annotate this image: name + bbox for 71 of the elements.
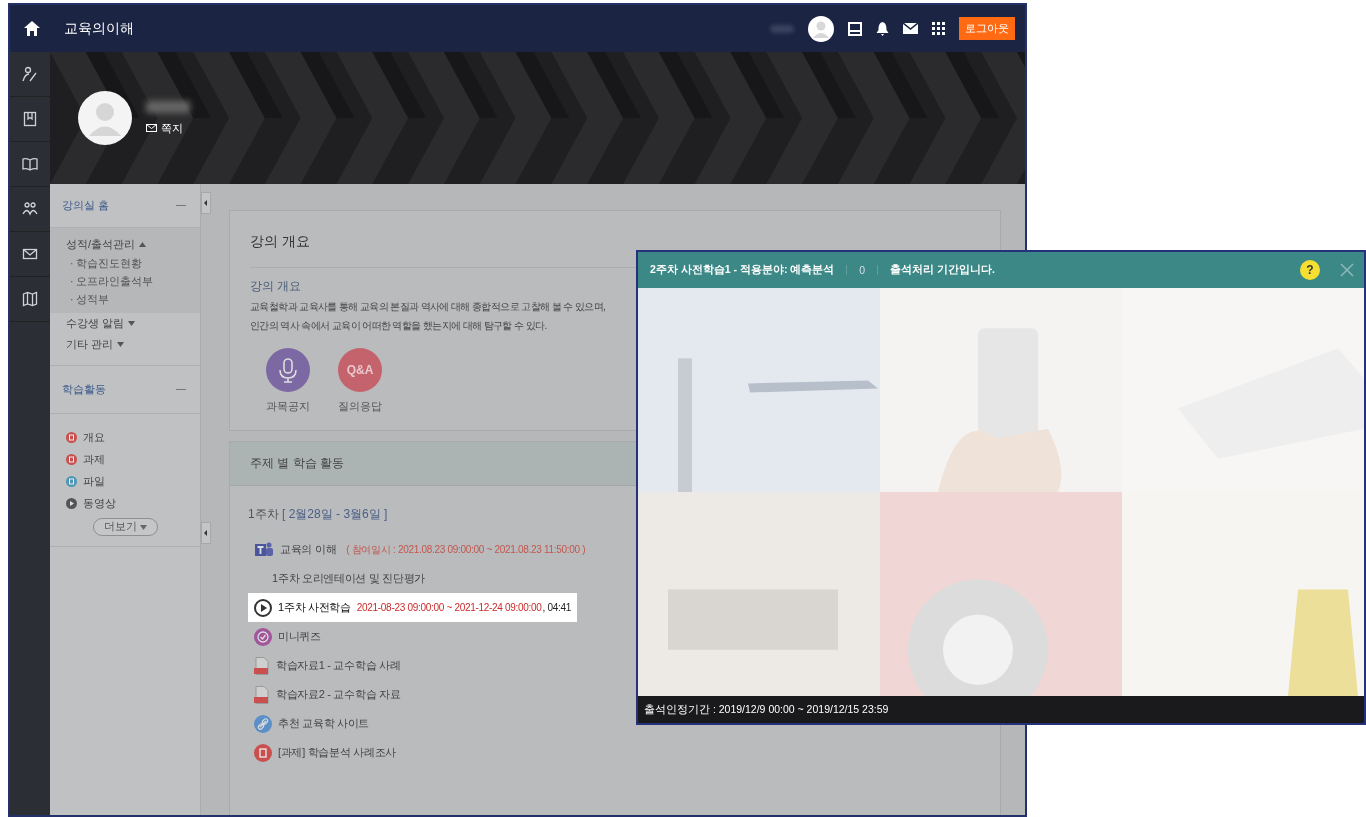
- teams-icon: [254, 540, 274, 559]
- caret-icon: [139, 524, 147, 530]
- logout-button[interactable]: 로그아웃: [959, 17, 1015, 40]
- activity-title[interactable]: 1주차 사전학습: [278, 600, 351, 615]
- section-title[interactable]: 학습활동: [62, 382, 106, 397]
- activity-link[interactable]: 개요: [83, 430, 105, 445]
- submenu-item[interactable]: · 학습진도현황: [66, 255, 200, 273]
- activity-title[interactable]: 추천 교육학 사이트: [278, 716, 370, 731]
- people-icon[interactable]: [22, 201, 38, 217]
- activity-title[interactable]: 학습자료2 - 교수학습 자료: [276, 687, 401, 702]
- activity-title[interactable]: 1주차 오리엔테이션 및 진단평가: [272, 571, 426, 586]
- video-icon: [66, 498, 77, 509]
- activity-title[interactable]: [과제] 학습분석 사례조사: [278, 745, 397, 760]
- play-icon: [254, 598, 272, 617]
- submenu-item[interactable]: · 성적부: [66, 291, 200, 309]
- apps-grid-icon[interactable]: [932, 22, 945, 35]
- card-title: 주제 별 학습 활동: [250, 456, 344, 470]
- document-icon: [254, 743, 272, 762]
- avatar-icon[interactable]: [808, 15, 834, 42]
- shortcut-label[interactable]: 질의응답: [338, 400, 382, 414]
- activity-period: ( 참여일시 : 2021.08.23 09:00:00 ~ 2021.08.23 11:50:00 ): [346, 542, 586, 557]
- section-title[interactable]: 강의실 홈: [62, 198, 110, 213]
- collapse-handle[interactable]: [201, 192, 211, 214]
- activity-link[interactable]: 동영상: [83, 496, 116, 511]
- link-icon: [254, 714, 272, 733]
- activity-period: 2021-08-23 09:00:00 ~ 2021-12-24 09:00:00: [356, 602, 542, 613]
- home-icon[interactable]: [24, 21, 40, 36]
- caret-icon: [128, 321, 136, 326]
- caret-icon: [117, 342, 125, 347]
- microphone-icon[interactable]: [266, 348, 310, 392]
- overview-subtitle: 강의 개요: [250, 278, 303, 295]
- activity-link[interactable]: 파일: [83, 474, 105, 489]
- description-text: 인간의 역사 속에서 교육이 어떠한 역할을 했는지에 대해 탐구할 수 있다.: [250, 319, 548, 333]
- pdf-icon: [254, 685, 270, 704]
- submenu-item[interactable]: · 오프라인출석부: [66, 273, 200, 291]
- assignment-icon: [66, 454, 77, 465]
- mail-icon[interactable]: [903, 23, 918, 34]
- message-link[interactable]: 쪽지: [146, 120, 190, 136]
- mail-icon[interactable]: [22, 246, 38, 262]
- activity-link[interactable]: 과제: [83, 452, 105, 467]
- video-duration: , 04:41: [542, 602, 572, 613]
- avatar-icon: [78, 91, 132, 145]
- description-text: 교육철학과 교육사를 통해 교육의 본질과 역사에 대해 종합적으로 고찰해 볼 수 있으며,: [250, 300, 607, 314]
- collapse-handle[interactable]: [201, 522, 211, 544]
- map-icon[interactable]: [22, 291, 38, 307]
- shortcut-label[interactable]: 과목공지: [266, 400, 310, 414]
- file-icon: [66, 476, 77, 487]
- attendance-period: 출석인정기간 : 2019/12/9 00:00 ~ 2019/12/15 23:59: [644, 702, 889, 717]
- week-dates: [ 2월28일 - 3월6일 ]: [282, 507, 388, 521]
- check-icon: [254, 627, 272, 646]
- blurred-name: [770, 24, 794, 33]
- menu-item[interactable]: 성적/출석관리: [66, 234, 200, 255]
- overview-icon: [66, 432, 77, 443]
- week-label: 1주차: [248, 507, 279, 521]
- activity-title[interactable]: 미니퀴즈: [278, 629, 321, 644]
- pdf-icon: [254, 656, 270, 675]
- course-title: 교육의이해: [64, 19, 134, 38]
- activity-title[interactable]: 학습자료1 - 교수학습 사례: [276, 658, 401, 673]
- notebook-icon[interactable]: [22, 111, 38, 127]
- menu-item[interactable]: 기타 관리: [66, 334, 200, 355]
- more-button[interactable]: 더보기: [92, 518, 158, 536]
- mail-icon: [146, 124, 157, 132]
- caret-icon: [139, 242, 147, 247]
- menu-item[interactable]: 수강생 알림: [66, 313, 200, 334]
- activity-title[interactable]: 교육의 이해: [280, 542, 337, 557]
- layout-icon[interactable]: [848, 21, 862, 36]
- person-icon[interactable]: [22, 66, 38, 82]
- help-button[interactable]: ?: [1300, 260, 1320, 280]
- book-icon[interactable]: [22, 156, 38, 172]
- highlighted-row[interactable]: 1주차 사전학습 2021-08-23 09:00:00 ~ 2021-12-24 09:00:00, 04:41: [248, 593, 578, 622]
- bell-icon[interactable]: [876, 21, 889, 36]
